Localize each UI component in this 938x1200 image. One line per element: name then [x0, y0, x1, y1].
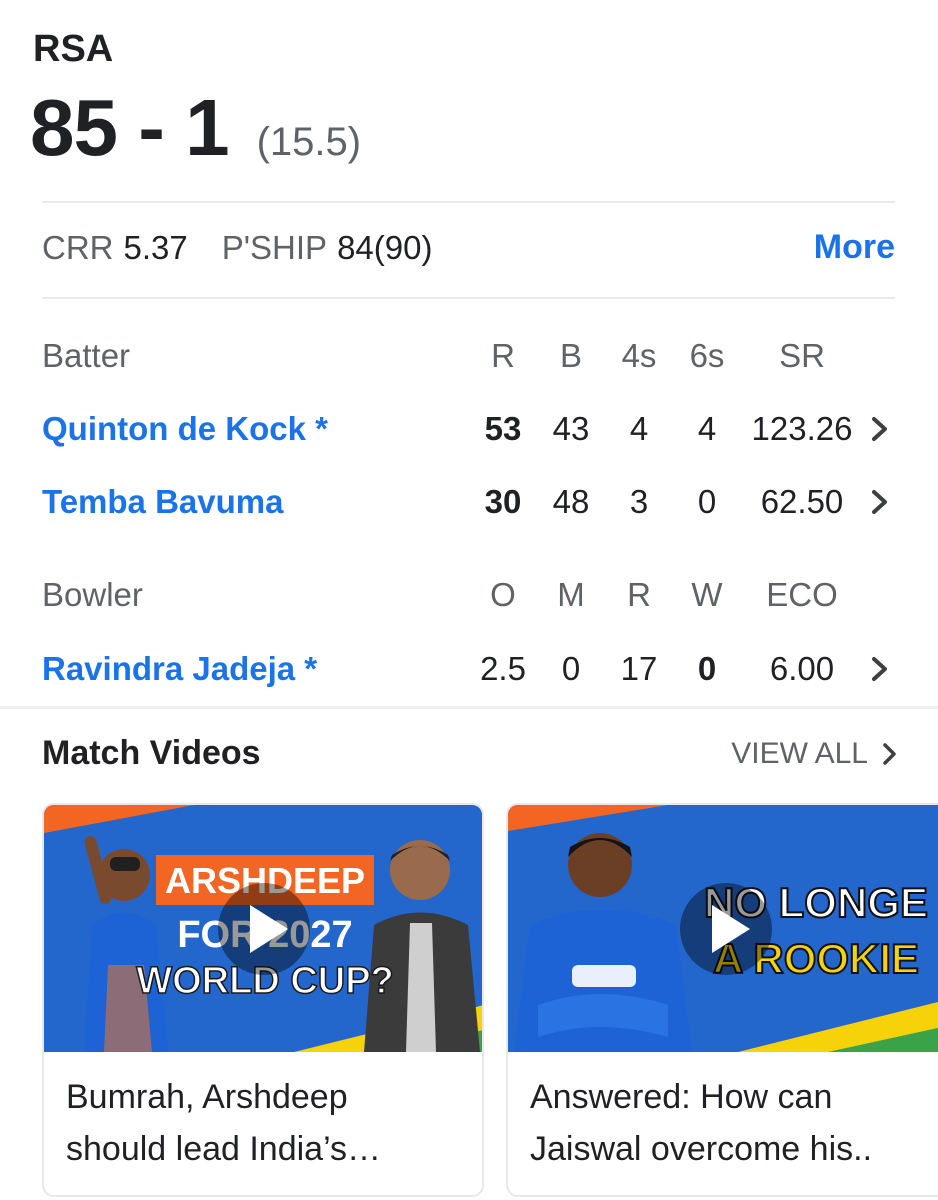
- bowler-wickets: 0: [697, 650, 717, 687]
- chevron-right-icon[interactable]: [867, 412, 893, 446]
- batter-runs: 53: [484, 410, 522, 447]
- economy-column-header: ECO: [766, 576, 838, 613]
- overs-count: (15.5): [256, 120, 362, 164]
- bowler-overs: 2.5: [480, 650, 526, 687]
- batter-balls: 48: [552, 483, 590, 520]
- bowler-name[interactable]: Ravindra Jadeja *: [42, 650, 317, 688]
- batter-balls: 43: [552, 410, 590, 447]
- video-card[interactable]: NO LONGE A ROOKIE Answered: How can Jais…: [506, 803, 938, 1197]
- batter-column-header: Batter: [42, 337, 131, 374]
- batting-header-row: Batter R B 4s 6s SR: [42, 337, 895, 387]
- crr-value: 5.37: [123, 228, 188, 266]
- runs-column-header: R: [491, 337, 515, 374]
- overs-column-header: O: [490, 576, 516, 613]
- runs-conceded-column-header: R: [627, 576, 651, 613]
- team-score: 85 - 1: [30, 83, 230, 172]
- batter-name[interactable]: Temba Bavuma: [42, 483, 283, 521]
- bowling-header-row: Bowler O M R W ECO: [42, 576, 895, 626]
- video-caption-line: should lead India’s…: [66, 1130, 382, 1168]
- video-caption-line: Bumrah, Arshdeep: [66, 1078, 348, 1116]
- bowler-runs: 17: [620, 650, 658, 687]
- video-thumbnail[interactable]: NO LONGE A ROOKIE: [508, 805, 938, 1052]
- fours-column-header: 4s: [621, 337, 657, 374]
- view-all-link[interactable]: VIEW ALL: [731, 737, 898, 771]
- batter-name[interactable]: Quinton de Kock *: [42, 410, 328, 448]
- video-thumbnail-image: NO LONGE A ROOKIE: [508, 805, 938, 1052]
- section-divider: [0, 706, 938, 709]
- bowler-maidens: 0: [561, 650, 581, 687]
- video-thumbnail-image: ARSHDEEP FOR 2027 WORLD CUP?: [44, 805, 482, 1052]
- bowler-column-header: Bowler: [42, 576, 143, 613]
- batter-sixes: 0: [697, 483, 717, 520]
- play-icon: [680, 883, 772, 975]
- maidens-column-header: M: [557, 576, 585, 613]
- video-caption[interactable]: Answered: How can Jaiswal overcome his..: [530, 1071, 926, 1175]
- batter-strike-rate: 62.50: [760, 483, 844, 520]
- sixes-column-header: 6s: [689, 337, 725, 374]
- view-all-label: VIEW ALL: [731, 737, 868, 770]
- video-caption-line: Answered: How can: [530, 1078, 833, 1116]
- batter-fours: 4: [629, 410, 649, 447]
- batter-strike-rate: 123.26: [751, 410, 853, 447]
- partnership-value: 84(90): [337, 228, 433, 266]
- bowler-row[interactable]: Ravindra Jadeja * 2.5 0 17 0 6.00: [42, 650, 895, 700]
- match-stats-row: CRR 5.37 P'SHIP 84(90) More: [42, 228, 895, 267]
- more-link[interactable]: More: [814, 228, 895, 267]
- chevron-right-icon[interactable]: [867, 485, 893, 519]
- score-line: 85 - 1 (15.5): [30, 88, 361, 168]
- play-icon: [218, 883, 310, 975]
- chevron-right-icon[interactable]: [867, 652, 893, 686]
- bowler-economy: 6.00: [769, 650, 835, 687]
- wickets-column-header: W: [691, 576, 723, 613]
- divider: [42, 297, 895, 299]
- video-card[interactable]: ARSHDEEP FOR 2027 WORLD CUP? Bumrah, Ars…: [42, 803, 484, 1197]
- balls-column-header: B: [559, 337, 582, 374]
- strike-rate-column-header: SR: [779, 337, 825, 374]
- crr-label: CRR: [42, 228, 114, 266]
- team-name: RSA: [33, 28, 114, 70]
- batter-row[interactable]: Quinton de Kock * 53 43 4 4 123.26: [42, 410, 895, 460]
- batter-row[interactable]: Temba Bavuma 30 48 3 0 62.50: [42, 483, 895, 533]
- chevron-right-icon: [883, 743, 896, 765]
- video-thumbnail[interactable]: ARSHDEEP FOR 2027 WORLD CUP?: [44, 805, 482, 1052]
- partnership-label: P'SHIP: [221, 228, 328, 266]
- video-caption-line: Jaiswal overcome his..: [530, 1130, 873, 1168]
- video-caption[interactable]: Bumrah, Arshdeep should lead India’s…: [66, 1071, 468, 1175]
- divider: [42, 201, 895, 203]
- batter-sixes: 4: [697, 410, 717, 447]
- batter-runs: 30: [484, 483, 522, 520]
- batter-fours: 3: [629, 483, 649, 520]
- match-videos-title: Match Videos: [42, 734, 261, 772]
